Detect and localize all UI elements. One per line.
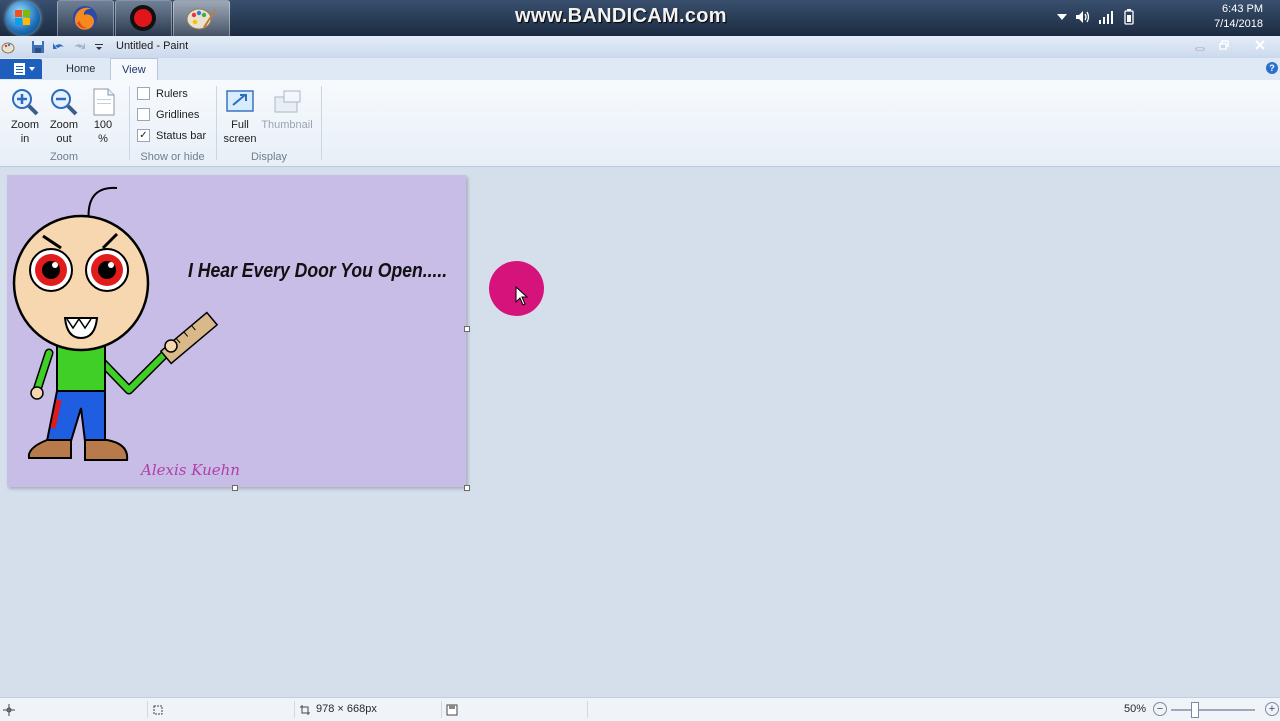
canvas-workspace[interactable]: I Hear Every Door You Open..... Alexis K…: [0, 167, 1280, 697]
zoom-level-text: 50%: [1124, 703, 1147, 715]
status-bar: 978 × 668px 50% − +: [0, 697, 1280, 721]
status-separator: [441, 701, 442, 718]
status-bar-checkbox-box[interactable]: ✓: [137, 129, 150, 142]
zoom-out-status-button[interactable]: −: [1153, 702, 1167, 716]
firefox-icon: [73, 6, 97, 30]
close-button[interactable]: [1248, 36, 1272, 54]
rulers-checkbox-box[interactable]: [137, 87, 150, 100]
start-button[interactable]: [0, 0, 50, 36]
selection-size-icon: [153, 705, 163, 715]
status-bar-label: Status bar: [156, 129, 207, 142]
full-screen-label-1: Full: [231, 119, 249, 131]
restore-icon: [1219, 40, 1229, 50]
undo-icon[interactable]: [52, 40, 66, 54]
mouse-cursor-icon: [515, 286, 529, 306]
canvas-resize-handle-right[interactable]: [464, 326, 470, 332]
group-zoom: Zoom in Zoom out 100 % Zoom: [0, 80, 128, 166]
image-size-text: 978 × 668px: [316, 703, 377, 715]
clock-date: 7/14/2018: [1214, 18, 1263, 30]
thumbnail-button[interactable]: Thumbnail: [261, 84, 313, 131]
drawing-canvas[interactable]: I Hear Every Door You Open..... Alexis K…: [7, 175, 466, 487]
rulers-label: Rulers: [156, 87, 188, 100]
ribbon-view: Zoom in Zoom out 100 % Zoom Show or hide…: [0, 80, 1280, 167]
help-icon[interactable]: ?: [1266, 62, 1278, 74]
bandicam-record-icon: [130, 5, 156, 31]
minimize-icon: [1195, 47, 1205, 51]
taskbar-clock[interactable]: 6:43 PM 7/14/2018: [1214, 2, 1263, 32]
show-hidden-icons-chevron[interactable]: [1057, 13, 1067, 21]
baldi-character-illustration: [12, 186, 219, 461]
canvas-resize-handle-bottom[interactable]: [232, 485, 238, 491]
bandicam-watermark: www.BANDICAM.com: [515, 5, 727, 27]
redo-icon[interactable]: [72, 40, 86, 54]
group-separator: [321, 86, 322, 160]
status-separator: [147, 701, 148, 718]
system-tray: 6:43 PM 7/14/2018: [1057, 0, 1280, 36]
close-icon: [1255, 40, 1265, 50]
file-size-icon: [446, 704, 458, 716]
zoom-in-status-button[interactable]: +: [1265, 702, 1279, 716]
group-label-zoom: Zoom: [49, 151, 79, 163]
zoom-out-button[interactable]: Zoom out: [44, 84, 84, 145]
zoom-out-icon: [51, 89, 78, 116]
paint-small-icon[interactable]: [1, 40, 15, 54]
zoom-in-button[interactable]: Zoom in: [5, 84, 45, 145]
taskbar-paint-button[interactable]: [173, 0, 230, 38]
taskbar: www.BANDICAM.com 6:43 PM 7/14/2018: [0, 0, 1280, 38]
tab-view[interactable]: View: [110, 58, 158, 81]
full-screen-icon: [226, 90, 254, 112]
zoom-in-icon: [12, 89, 39, 116]
windows-logo-icon: [6, 1, 40, 35]
zoom-slider-track[interactable]: [1171, 709, 1255, 711]
artist-signature: Alexis Kuehn: [141, 461, 240, 479]
page-100-icon: [93, 88, 115, 116]
zoom-in-label-2: in: [20, 133, 30, 145]
group-display: Full screen Thumbnail Display: [217, 80, 321, 166]
zoom-slider-thumb[interactable]: [1191, 702, 1199, 718]
group-label-show-or-hide: Show or hide: [140, 151, 205, 163]
network-signal-icon[interactable]: [1098, 9, 1114, 25]
gridlines-checkbox-box[interactable]: [137, 108, 150, 121]
paint-menu-button[interactable]: [0, 59, 42, 79]
speaker-icon[interactable]: [1075, 9, 1091, 25]
thumbnail-label: Thumbnail: [261, 119, 313, 131]
zoom-100-button[interactable]: 100 %: [83, 84, 123, 145]
paint-icon: [186, 8, 216, 30]
zoom-in-label-1: Zoom: [10, 119, 40, 131]
paint-menu-icon: [14, 63, 35, 75]
restore-button[interactable]: [1212, 36, 1236, 54]
save-icon[interactable]: [31, 40, 45, 54]
image-size-icon: [300, 705, 310, 715]
full-screen-label-2: screen: [223, 133, 257, 145]
zoom-out-label-2: out: [56, 133, 72, 145]
full-screen-button[interactable]: Full screen: [220, 84, 260, 145]
thumbnail-icon: [274, 90, 301, 113]
status-separator: [587, 701, 588, 718]
zoom-100-label-2: %: [98, 133, 108, 145]
customize-qat-chevron-icon[interactable]: [92, 40, 106, 54]
status-separator: [294, 701, 295, 718]
battery-icon[interactable]: [1124, 9, 1134, 25]
status-bar-checkbox[interactable]: ✓ Status bar: [137, 129, 206, 145]
clock-time: 6:43 PM: [1222, 3, 1263, 15]
window-titlebar: Untitled - Paint: [0, 36, 1280, 59]
minimize-button[interactable]: [1188, 36, 1212, 54]
window-title: Untitled - Paint: [116, 40, 189, 52]
zoom-out-label-1: Zoom: [49, 119, 79, 131]
cursor-position-icon: [3, 704, 15, 716]
gridlines-checkbox[interactable]: Gridlines: [137, 108, 199, 124]
group-label-display: Display: [250, 151, 288, 163]
tab-home[interactable]: Home: [55, 58, 106, 80]
ribbon-tab-row: Home View ?: [0, 58, 1280, 81]
zoom-100-label-1: 100: [93, 119, 113, 131]
taskbar-firefox-button[interactable]: [57, 0, 114, 38]
rulers-checkbox[interactable]: Rulers: [137, 87, 188, 103]
canvas-caption-text: I Hear Every Door You Open.....: [188, 260, 448, 282]
canvas-resize-handle-corner[interactable]: [464, 485, 470, 491]
gridlines-label: Gridlines: [156, 108, 200, 121]
taskbar-bandicam-button[interactable]: [115, 0, 172, 38]
